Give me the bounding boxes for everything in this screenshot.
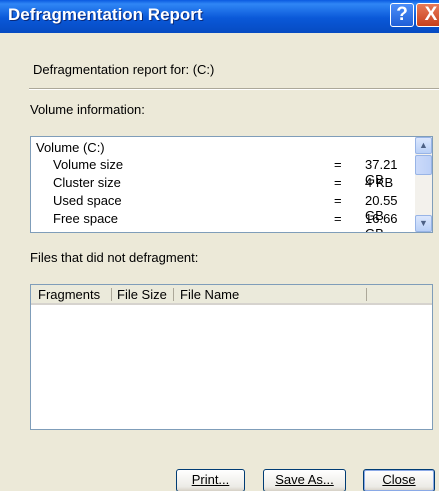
title-close-button[interactable]: X [416,3,439,27]
column-header-fragments[interactable]: Fragments [38,287,100,302]
row-value: 4 KB [365,175,394,190]
volume-info-row: Used space = 20.55 GB [31,193,411,223]
help-icon: ? [396,4,408,25]
scroll-up-icon[interactable]: ▲ [415,137,432,154]
row-value: 16.66 GB [365,211,398,232]
close-button-label: Close [382,472,416,487]
defragmentation-report-window: Defragmentation Report ? X Defragmentati… [0,0,439,491]
files-list[interactable]: Fragments File Size File Name [30,284,433,430]
row-equals: = [334,193,342,208]
column-divider[interactable] [366,288,367,301]
window-title: Defragmentation Report [8,5,203,24]
print-button[interactable]: Print... [176,469,245,491]
row-equals: = [334,175,342,190]
volume-info-box[interactable]: Volume (C:) Volume size = 37.21 GB Clust… [30,136,433,233]
volume-info-row: Free space = 16.66 GB [31,211,411,232]
list-header: Fragments File Size File Name [31,285,432,305]
volume-info-row: Volume size = 37.21 GB [31,157,411,187]
row-name: Volume size [53,157,124,172]
volume-info-caption: Volume information: [30,102,145,117]
files-caption: Files that did not defragment: [30,250,199,265]
row-equals: = [334,211,342,226]
column-header-file-name[interactable]: File Name [180,287,239,302]
column-divider[interactable] [173,288,174,301]
save-as-button-label: Save As... [275,472,334,487]
column-divider[interactable] [111,288,112,301]
title-bar[interactable]: Defragmentation Report ? X [0,0,439,33]
close-button[interactable]: Close [363,469,435,491]
row-name: Free space [53,211,119,226]
row-name: Used space [53,193,122,208]
row-name: Cluster size [53,175,121,190]
close-icon: X [424,4,438,25]
scroll-down-icon[interactable]: ▼ [415,215,432,232]
column-header-file-size[interactable]: File Size [117,287,167,302]
volume-title: Volume (C:) [36,140,105,155]
save-as-button[interactable]: Save As... [263,469,346,491]
help-button[interactable]: ? [390,3,414,27]
print-button-label: Print... [191,472,230,487]
scrollbar-thumb[interactable] [415,155,432,175]
separator [29,88,439,90]
report-for-label: Defragmentation report for: (C:) [33,62,215,77]
row-equals: = [334,157,342,172]
volume-info-scrollbar[interactable]: ▲ ▼ [415,137,432,232]
volume-info-row: Cluster size = 4 KB [31,175,411,192]
